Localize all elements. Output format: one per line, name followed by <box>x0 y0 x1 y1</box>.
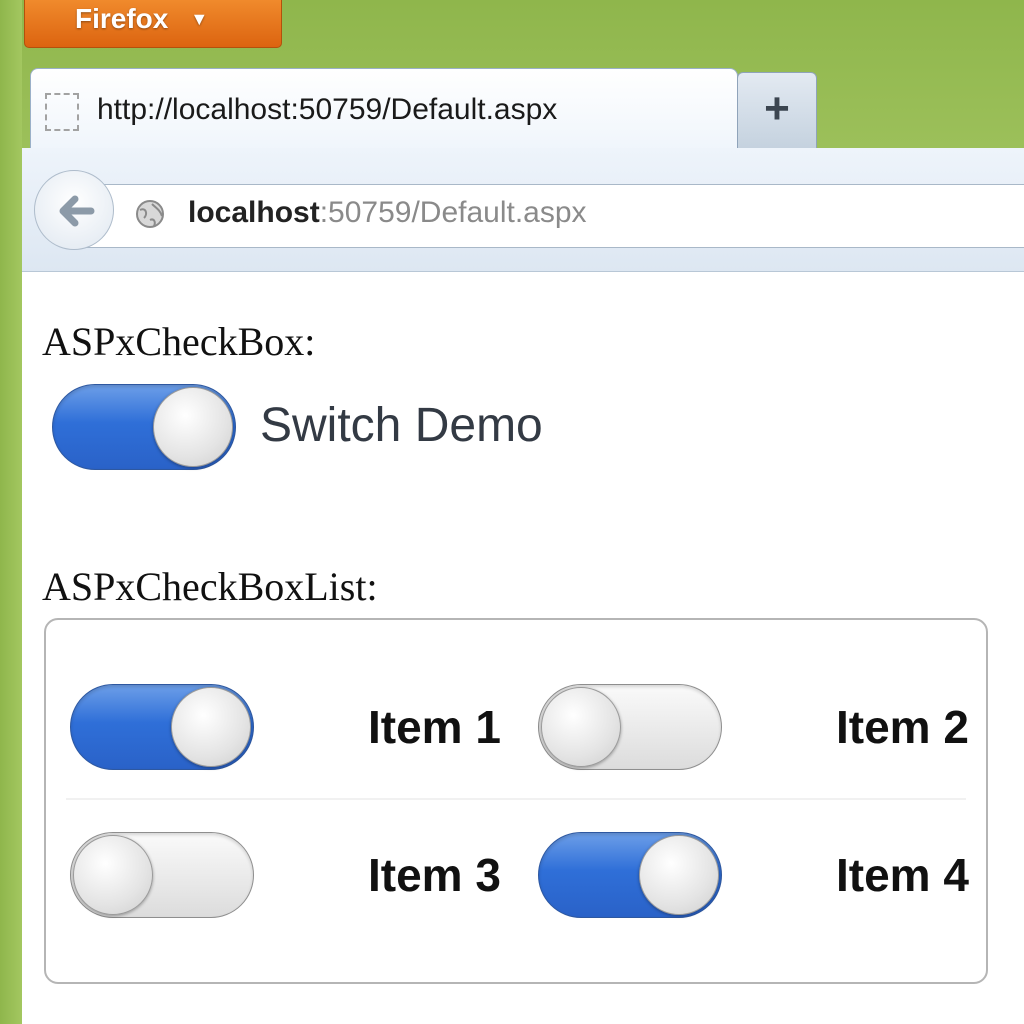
toggle-knob <box>73 835 153 915</box>
chevron-down-icon: ▼ <box>190 9 209 29</box>
url-path: :50759/Default.aspx <box>319 196 587 229</box>
firefox-menu-button[interactable]: Firefox ▼ <box>24 0 282 48</box>
checkbox-section-label: ASPxCheckBox: <box>42 319 316 364</box>
item-3-toggle[interactable] <box>70 832 254 918</box>
back-button[interactable] <box>34 170 114 250</box>
item-2-toggle[interactable] <box>538 684 722 770</box>
item-1-toggle[interactable] <box>70 684 254 770</box>
row-divider <box>66 798 966 800</box>
blank-page-icon <box>45 93 79 131</box>
switch-demo-toggle[interactable] <box>52 384 236 470</box>
toggle-knob <box>541 687 621 767</box>
checkbox-list-panel: Item 1 Item 2 Item 3 Item 4 <box>44 618 988 984</box>
item-1-label: Item 1 <box>368 701 501 753</box>
item-3-label: Item 3 <box>368 849 501 901</box>
navigation-toolbar: localhost:50759/Default.aspx <box>22 148 1024 272</box>
address-bar-text: localhost:50759/Default.aspx <box>188 196 587 230</box>
new-tab-button[interactable]: + <box>737 72 817 148</box>
checkboxlist-section-label: ASPxCheckBoxList: <box>42 564 378 609</box>
url-host: localhost <box>188 196 320 229</box>
firefox-menu-label: Firefox <box>75 3 169 34</box>
toggle-knob <box>639 835 719 915</box>
tab-title: http://localhost:50759/Default.aspx <box>97 93 558 126</box>
item-2-label: Item 2 <box>836 701 969 753</box>
back-arrow-icon <box>59 195 95 227</box>
toggle-knob <box>171 687 251 767</box>
globe-icon <box>136 200 164 228</box>
toggle-knob <box>153 387 233 467</box>
item-4-label: Item 4 <box>836 849 969 901</box>
browser-tab-active[interactable]: http://localhost:50759/Default.aspx <box>30 68 738 158</box>
window-frame-left <box>0 0 22 1024</box>
item-4-toggle[interactable] <box>538 832 722 918</box>
switch-demo-label: Switch Demo <box>260 399 543 452</box>
